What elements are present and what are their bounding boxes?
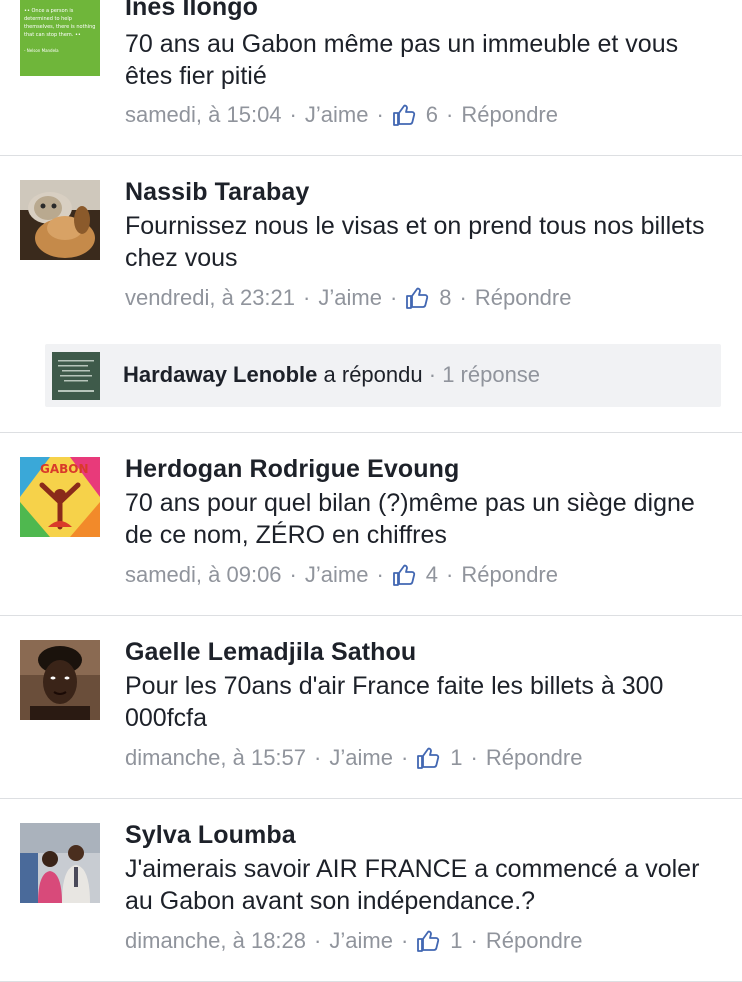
reply-button[interactable]: Répondre (461, 562, 558, 588)
thumbs-up-icon[interactable] (392, 563, 416, 587)
reply-button[interactable]: Répondre (461, 102, 558, 128)
like-count[interactable]: 8 (439, 285, 451, 311)
comment-text: Fournissez nous le visas et on prend tou… (125, 212, 705, 272)
reply-summary[interactable]: Hardaway Lenoble a répondu · 1 réponse (45, 344, 721, 407)
avatar[interactable] (20, 180, 100, 260)
comment-text: 70 ans au Gabon même pas un immeuble et … (125, 30, 679, 90)
like-count[interactable]: 4 (426, 562, 438, 588)
reply-button[interactable]: Répondre (486, 928, 583, 954)
comment-meta: vendredi, à 23:21 · J’aime · 8 · Répondr… (125, 285, 572, 311)
like-count[interactable]: 1 (450, 928, 462, 954)
svg-text:themselves, there is nothing: themselves, there is nothing (24, 24, 95, 30)
comment-time[interactable]: vendredi, à 23:21 (125, 285, 295, 311)
comment-text: Pour les 70ans d'air France faite les bi… (125, 672, 664, 732)
like-button[interactable]: J’aime (318, 285, 382, 311)
svg-text:- Nelson Mandela: - Nelson Mandela (24, 48, 59, 53)
reply-author[interactable]: Hardaway Lenoble (123, 362, 317, 387)
avatar[interactable] (20, 823, 100, 903)
thumbs-up-icon[interactable] (405, 286, 429, 310)
divider (0, 432, 742, 433)
svg-text:determined to help: determined to help (24, 16, 72, 22)
svg-text:that can stop them. ••: that can stop them. •• (24, 32, 81, 38)
avatar[interactable]: GABON (20, 457, 100, 537)
comment-time[interactable]: dimanche, à 18:28 (125, 928, 306, 954)
thumbs-up-icon[interactable] (416, 929, 440, 953)
comment-meta: dimanche, à 18:28 · J’aime · 1 · Répondr… (125, 928, 583, 954)
divider (0, 798, 742, 799)
commenter-name[interactable]: Herdogan Rodrigue Evoung (125, 455, 459, 484)
reply-action: a répondu (323, 362, 423, 387)
comment-time[interactable]: dimanche, à 15:57 (125, 745, 306, 771)
svg-text:GABON: GABON (40, 462, 89, 476)
avatar[interactable] (20, 640, 100, 720)
like-count[interactable]: 1 (450, 745, 462, 771)
svg-text:•• Once a person is: •• Once a person is (24, 8, 74, 14)
commenter-name[interactable]: Sylva Loumba (125, 821, 296, 850)
like-button[interactable]: J’aime (329, 928, 393, 954)
comment-time[interactable]: samedi, à 15:04 (125, 102, 282, 128)
comment-meta: samedi, à 09:06 · J’aime · 4 · Répondre (125, 562, 558, 588)
commenter-name[interactable]: Nassib Tarabay (125, 178, 309, 207)
divider (0, 155, 742, 156)
thumbs-up-icon[interactable] (416, 746, 440, 770)
commenter-name[interactable]: Gaelle Lemadjila Sathou (125, 638, 416, 667)
comment-meta: samedi, à 15:04 · J’aime · 6 · Répondre (125, 102, 558, 128)
comment-text: 70 ans pour quel bilan (?)même pas un si… (125, 489, 695, 549)
commenter-name[interactable]: Ines Ilongo (125, 0, 258, 22)
like-button[interactable]: J’aime (329, 745, 393, 771)
avatar[interactable]: •• Once a person is determined to help t… (20, 0, 100, 76)
reply-count[interactable]: 1 réponse (442, 362, 540, 387)
like-count[interactable]: 6 (426, 102, 438, 128)
divider (0, 615, 742, 616)
thumbs-up-icon[interactable] (392, 103, 416, 127)
reply-button[interactable]: Répondre (475, 285, 572, 311)
avatar[interactable] (52, 352, 100, 400)
comment-text: J'aimerais savoir AIR FRANCE a commencé … (125, 855, 700, 915)
reply-button[interactable]: Répondre (486, 745, 583, 771)
comment-time[interactable]: samedi, à 09:06 (125, 562, 282, 588)
comment-meta: dimanche, à 15:57 · J’aime · 1 · Répondr… (125, 745, 583, 771)
like-button[interactable]: J’aime (305, 562, 369, 588)
like-button[interactable]: J’aime (305, 102, 369, 128)
reply-summary-text[interactable]: Hardaway Lenoble a répondu · 1 réponse (123, 362, 540, 388)
